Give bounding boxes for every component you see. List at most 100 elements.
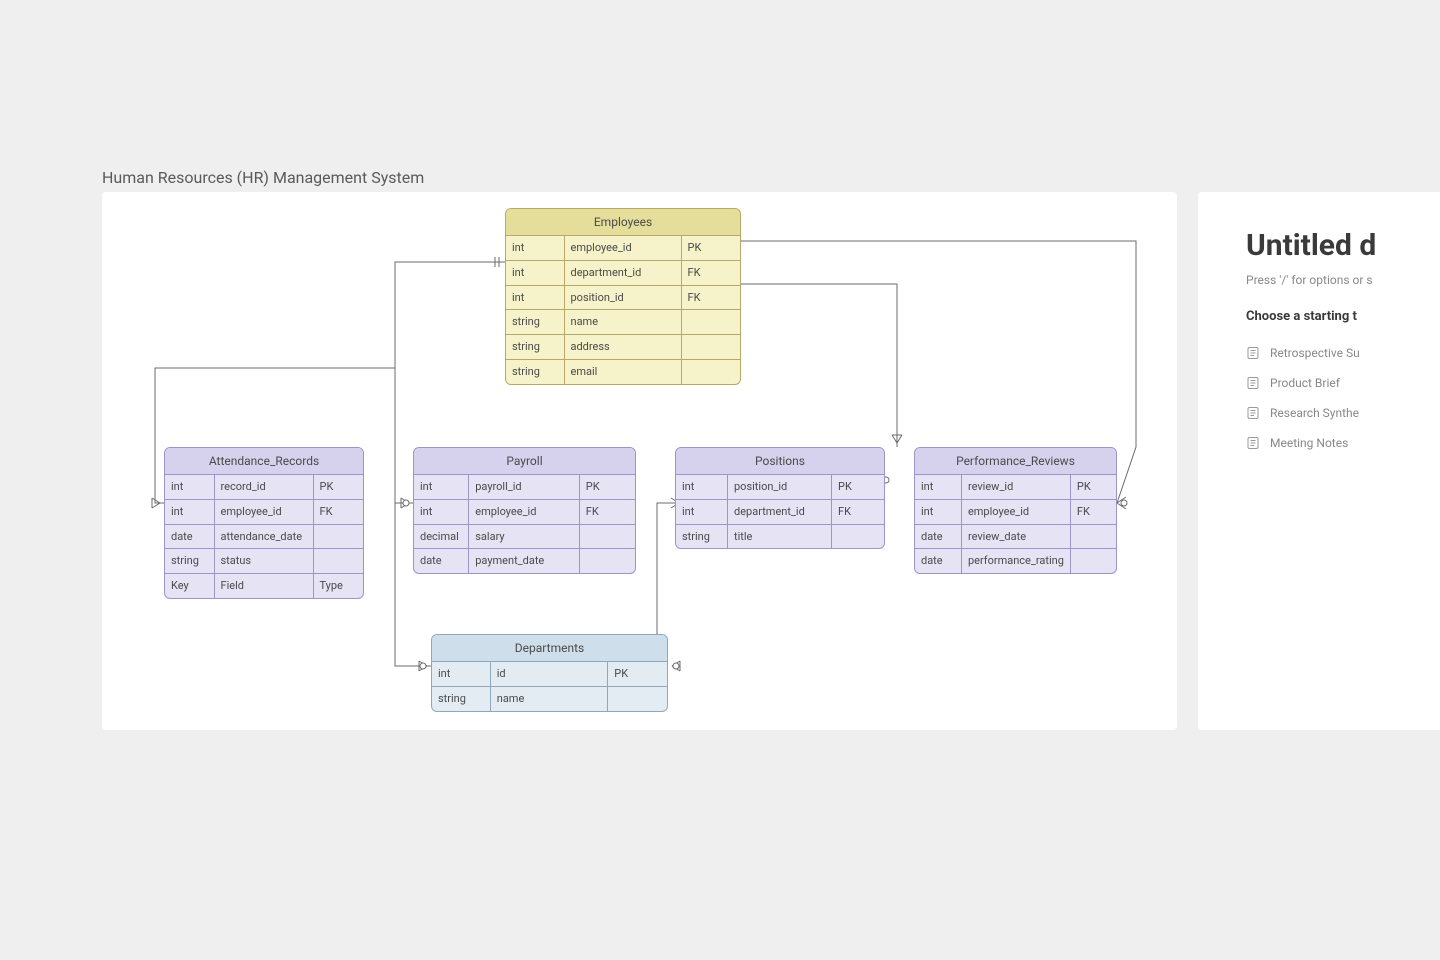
entity-row[interactable]: stringname — [432, 686, 667, 711]
entity-departments[interactable]: DepartmentsintidPKstringname — [431, 634, 668, 712]
col-field: department_id — [565, 260, 682, 285]
col-type: string — [506, 309, 565, 334]
entity-row[interactable]: intpayroll_idPK — [414, 475, 635, 499]
entity-row[interactable]: intrecord_idPK — [165, 475, 363, 499]
entity-row[interactable]: intemployee_idFK — [414, 499, 635, 524]
col-key — [580, 524, 635, 549]
entity-performance-reviews[interactable]: Performance_Reviewsintreview_idPKintempl… — [914, 447, 1117, 574]
col-key: PK — [608, 662, 667, 686]
entity-row[interactable]: intposition_idPK — [676, 475, 884, 499]
diagram-title: Human Resources (HR) Management System — [102, 168, 424, 187]
document-icon — [1246, 436, 1260, 450]
col-key: FK — [1071, 499, 1116, 524]
col-type: int — [506, 260, 565, 285]
template-item[interactable]: Research Synthe — [1246, 398, 1440, 428]
entity-row[interactable]: stringaddress — [506, 334, 740, 359]
col-field: email — [565, 359, 682, 384]
doc-title[interactable]: Untitled d — [1246, 228, 1440, 263]
entity-header[interactable]: Payroll — [414, 448, 635, 475]
col-key — [682, 309, 741, 334]
col-key: FK — [832, 499, 884, 524]
entity-header[interactable]: Positions — [676, 448, 884, 475]
col-field: address — [565, 334, 682, 359]
template-list: Retrospective Su Product Brief Research Sy… — [1246, 338, 1440, 458]
entity-row[interactable]: stringname — [506, 309, 740, 334]
col-type: int — [414, 499, 469, 524]
col-field: performance_rating — [962, 548, 1071, 573]
doc-hint: Press '/' for options or s — [1246, 273, 1440, 287]
col-type: string — [432, 686, 491, 711]
template-label: Product Brief — [1270, 376, 1340, 390]
col-type: date — [165, 524, 215, 549]
entity-row[interactable]: datereview_date — [915, 524, 1116, 549]
col-type: date — [915, 524, 962, 549]
col-field: payment_date — [469, 548, 580, 573]
entity-row[interactable]: stringstatus — [165, 548, 363, 573]
col-field: review_date — [962, 524, 1071, 549]
templates-heading: Choose a starting t — [1246, 309, 1440, 324]
entity-row[interactable]: decimalsalary — [414, 524, 635, 549]
col-type: int — [165, 499, 215, 524]
entity-row[interactable]: datepayment_date — [414, 548, 635, 573]
entity-header[interactable]: Performance_Reviews — [915, 448, 1116, 475]
entity-header[interactable]: Employees — [506, 209, 740, 236]
entity-row[interactable]: KeyFieldType — [165, 573, 363, 598]
col-key — [314, 548, 364, 573]
col-field: salary — [469, 524, 580, 549]
col-field: title — [728, 524, 832, 549]
col-field: employee_id — [962, 499, 1071, 524]
template-item[interactable]: Meeting Notes — [1246, 428, 1440, 458]
col-key: FK — [682, 285, 741, 310]
template-item[interactable]: Product Brief — [1246, 368, 1440, 398]
col-key: FK — [682, 260, 741, 285]
col-type: int — [915, 499, 962, 524]
template-item[interactable]: Retrospective Su — [1246, 338, 1440, 368]
col-field: id — [491, 662, 609, 686]
document-icon — [1246, 406, 1260, 420]
col-type: int — [506, 285, 565, 310]
col-type: string — [676, 524, 728, 549]
col-type: int — [165, 475, 215, 499]
col-key — [314, 524, 364, 549]
col-field: name — [565, 309, 682, 334]
entity-positions[interactable]: Positionsintposition_idPKintdepartment_i… — [675, 447, 885, 549]
entity-header[interactable]: Attendance_Records — [165, 448, 363, 475]
entity-employees[interactable]: Employeesintemployee_idPKintdepartment_i… — [505, 208, 741, 385]
diagram-canvas[interactable]: Employeesintemployee_idPKintdepartment_i… — [102, 192, 1177, 730]
entity-row[interactable]: intemployee_idPK — [506, 236, 740, 260]
col-key: FK — [580, 499, 635, 524]
entity-row[interactable]: intidPK — [432, 662, 667, 686]
col-field: employee_id — [565, 236, 682, 260]
col-field: record_id — [215, 475, 314, 499]
entity-row[interactable]: intreview_idPK — [915, 475, 1116, 499]
col-type: int — [432, 662, 491, 686]
col-type: int — [915, 475, 962, 499]
entity-header[interactable]: Departments — [432, 635, 667, 662]
col-field: payroll_id — [469, 475, 580, 499]
document-icon — [1246, 346, 1260, 360]
entity-payroll[interactable]: Payrollintpayroll_idPKintemployee_idFKde… — [413, 447, 636, 574]
entity-row[interactable]: intdepartment_idFK — [676, 499, 884, 524]
entity-row[interactable]: intdepartment_idFK — [506, 260, 740, 285]
col-key — [608, 686, 667, 711]
entity-row[interactable]: dateattendance_date — [165, 524, 363, 549]
col-field: position_id — [728, 475, 832, 499]
entity-row[interactable]: stringtitle — [676, 524, 884, 549]
col-type: string — [506, 359, 565, 384]
entity-row[interactable]: intemployee_idFK — [165, 499, 363, 524]
col-type: date — [414, 548, 469, 573]
template-label: Research Synthe — [1270, 406, 1359, 420]
entity-row[interactable]: stringemail — [506, 359, 740, 384]
entity-row[interactable]: intposition_idFK — [506, 285, 740, 310]
entity-row[interactable]: intemployee_idFK — [915, 499, 1116, 524]
col-type: int — [676, 499, 728, 524]
template-label: Meeting Notes — [1270, 436, 1348, 450]
entity-attendance-records[interactable]: Attendance_Recordsintrecord_idPKintemplo… — [164, 447, 364, 599]
col-key: Type — [314, 573, 364, 598]
col-field: attendance_date — [215, 524, 314, 549]
col-type: Key — [165, 573, 215, 598]
entity-row[interactable]: dateperformance_rating — [915, 548, 1116, 573]
col-field: employee_id — [215, 499, 314, 524]
col-field: position_id — [565, 285, 682, 310]
col-field: name — [491, 686, 609, 711]
